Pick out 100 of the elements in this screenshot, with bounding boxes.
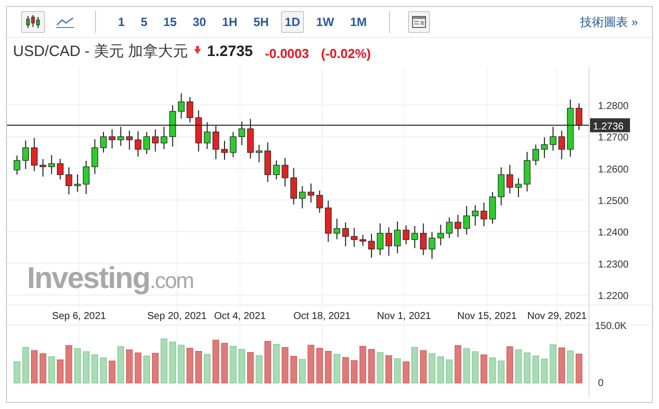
date-axis-label: Nov 29, 2021	[527, 311, 587, 322]
volume-bar	[126, 349, 133, 384]
volume-bar	[524, 352, 530, 384]
volume-bar	[428, 353, 436, 384]
candlestick	[74, 174, 81, 192]
candlestick	[402, 224, 410, 245]
table-view-button[interactable]	[408, 11, 430, 33]
candlestick	[541, 136, 548, 158]
technical-chart-link[interactable]: 技術圖表 »	[580, 13, 638, 31]
volume-bar	[308, 344, 314, 384]
volume-bar	[195, 351, 202, 384]
volume-bar	[342, 357, 349, 384]
volume-bar	[221, 342, 228, 384]
interval-button[interactable]: 1W	[312, 11, 338, 33]
candlestick	[100, 131, 107, 153]
volume-bar	[169, 342, 176, 384]
candlestick	[385, 226, 392, 256]
candlestick	[273, 160, 280, 180]
price-axis-label: 1.2600	[598, 164, 629, 176]
volume-bar	[256, 355, 262, 384]
interval-button[interactable]: 5	[136, 11, 152, 33]
volume-bar	[334, 354, 340, 384]
candlestick	[160, 126, 168, 150]
date-axis-label: Nov 1, 2021	[377, 311, 431, 322]
volume-bar	[178, 344, 185, 384]
candlestick	[463, 206, 470, 236]
interval-button[interactable]: 15	[159, 11, 181, 33]
candlestick	[524, 151, 530, 192]
volume-bar	[117, 346, 124, 384]
candlestick	[350, 227, 358, 248]
interval-button[interactable]: 1M	[346, 11, 371, 33]
candlestick	[108, 128, 116, 149]
volume-bar	[152, 352, 159, 384]
volume-bar	[273, 344, 280, 384]
price-axis-label: 1.2200	[598, 291, 629, 302]
volume-bar	[212, 340, 220, 384]
volume-bar	[160, 338, 168, 384]
volume-bar	[411, 347, 418, 384]
candlestick	[308, 183, 314, 204]
volume-bar	[567, 350, 574, 384]
interval-button[interactable]: 30	[188, 11, 210, 33]
candlestick	[134, 130, 142, 158]
volume-bar	[264, 340, 272, 384]
candlestick	[360, 234, 366, 246]
interval-button[interactable]: 1H	[218, 11, 242, 33]
candlestick	[221, 140, 228, 160]
volume-bar	[506, 346, 514, 384]
candlestick	[290, 168, 297, 205]
candlestick	[506, 164, 514, 194]
volume-bar	[394, 358, 401, 384]
candlestick	[178, 92, 185, 120]
candlestick	[334, 218, 340, 240]
interval-button[interactable]: 1D	[280, 11, 304, 33]
line-chart-icon	[56, 16, 74, 28]
volume-axis-label: 150.0K	[595, 321, 627, 332]
candlestick	[394, 221, 401, 254]
volume-bar	[48, 356, 55, 384]
volume-bar	[350, 360, 358, 384]
volume-bar	[376, 352, 384, 384]
price-axis-label: 1.2700	[598, 132, 629, 144]
volume-bar	[360, 346, 366, 384]
interval-button[interactable]: 1	[114, 11, 129, 33]
candlestick	[324, 200, 332, 242]
volume-bar	[186, 348, 194, 384]
candlestick	[489, 192, 496, 224]
volume-bar	[541, 358, 548, 384]
candlestick	[186, 96, 194, 123]
price-axis-label: 1.2500	[598, 196, 629, 207]
volume-bar	[385, 355, 392, 384]
candlestick	[14, 155, 20, 176]
volume-bar	[143, 356, 150, 384]
volume-bar	[40, 353, 46, 384]
volume-bar	[532, 356, 540, 384]
volume-bar	[454, 345, 462, 384]
candlestick	[212, 125, 220, 160]
candlestick	[247, 118, 254, 160]
date-axis-label: Nov 15, 2021	[457, 311, 517, 322]
candlestick	[428, 231, 436, 260]
chart-logo: Investing.com	[27, 262, 194, 295]
volume-bar	[74, 348, 81, 384]
volume-bar	[316, 348, 323, 384]
interval-button[interactable]: 5H	[249, 11, 273, 33]
volume-bar	[247, 352, 254, 384]
candlestick	[126, 130, 133, 150]
date-axis-label: Sep 20, 2021	[147, 311, 207, 322]
candlestick	[256, 144, 262, 163]
volume-bar	[446, 360, 453, 384]
price-axis-label: 1.2400	[598, 228, 629, 239]
candlestick	[420, 222, 427, 256]
volume-bar	[498, 360, 504, 384]
volume-bar	[92, 354, 98, 384]
volume-bar	[576, 354, 582, 384]
percent-change: (-0.02%)	[321, 44, 371, 63]
volume-bar	[472, 351, 479, 384]
volume-bar	[480, 354, 488, 384]
volume-bar	[66, 345, 72, 384]
candlestick	[48, 154, 55, 175]
chart-type-button[interactable]	[21, 11, 45, 33]
volume-bar	[299, 359, 306, 384]
candlestick	[368, 233, 375, 258]
